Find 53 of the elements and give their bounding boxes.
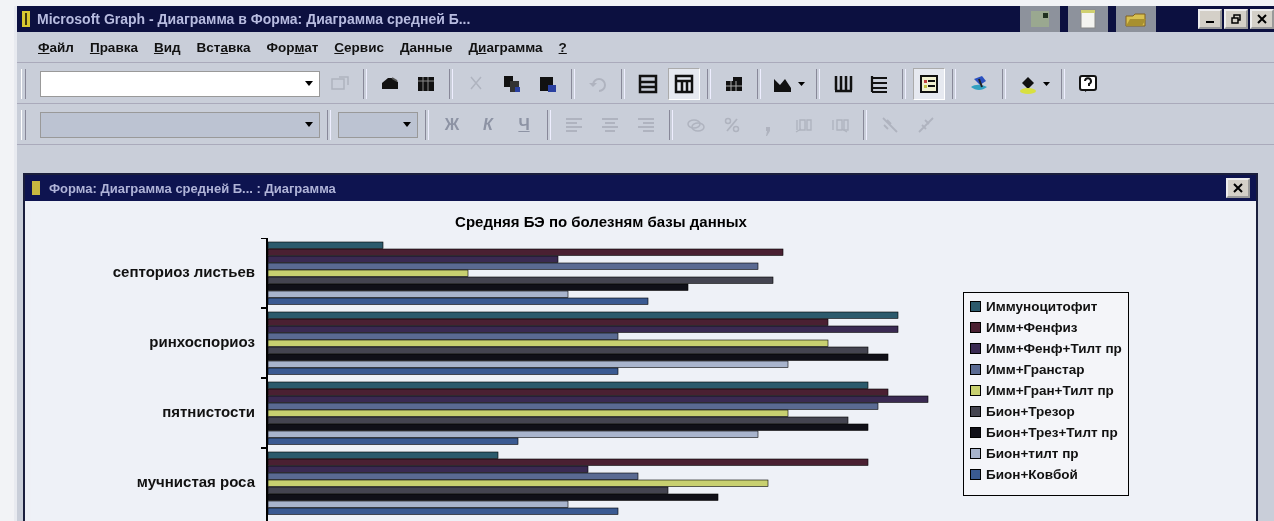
category-label: ринхоспориоз bbox=[149, 332, 255, 350]
menu-item[interactable]: Правка bbox=[82, 37, 145, 57]
help-icon bbox=[1077, 73, 1099, 95]
legend-icon bbox=[918, 73, 940, 95]
close-button[interactable] bbox=[1226, 178, 1250, 198]
menu-item[interactable]: Данные bbox=[392, 37, 460, 57]
rows-icon bbox=[637, 73, 659, 95]
menu-item[interactable]: Вид bbox=[146, 37, 188, 57]
menu-item[interactable]: Формат bbox=[259, 37, 326, 57]
toolbar-button[interactable] bbox=[913, 68, 945, 100]
menu-item[interactable]: ? bbox=[551, 37, 574, 57]
close-icon bbox=[1233, 183, 1243, 193]
taskbar-button[interactable] bbox=[1068, 6, 1108, 32]
app-icon bbox=[21, 10, 31, 28]
category-label: мучнистая роса bbox=[136, 472, 255, 490]
restore-button[interactable] bbox=[1224, 9, 1248, 29]
horizontal-lines-icon bbox=[868, 73, 890, 95]
menu-item[interactable]: Диаграмма bbox=[461, 37, 550, 57]
caret-icon bbox=[305, 81, 313, 87]
legend-label: Бион+Трезор bbox=[986, 404, 1075, 419]
legend-label: Имм+Гран+Тилт пр bbox=[986, 383, 1114, 398]
chart-title: Средняя БЭ по болезням базы данных bbox=[454, 213, 748, 230]
columns-icon bbox=[673, 73, 695, 95]
taskbar-button[interactable] bbox=[1020, 6, 1060, 32]
legend-label: Имм+Фенфиз bbox=[986, 320, 1078, 335]
category-label: пятнистости bbox=[162, 402, 255, 420]
document-icon bbox=[31, 180, 41, 196]
legend-label: Бион+Трез+Тилт пр bbox=[986, 425, 1118, 440]
caret-icon bbox=[305, 122, 313, 128]
screen-icon bbox=[1029, 9, 1051, 29]
caret-icon bbox=[403, 122, 411, 128]
legend-label: Бион+тилт пр bbox=[986, 446, 1079, 461]
menu-item[interactable]: Файл bbox=[31, 37, 81, 57]
vertical-lines-icon bbox=[832, 73, 854, 95]
menu-item[interactable]: Вставка bbox=[189, 37, 258, 57]
legend-label: Иммуноцитофит bbox=[986, 299, 1098, 314]
close-button[interactable] bbox=[1250, 9, 1274, 29]
legend-label: Имм+Фенф+Тилт пр bbox=[986, 341, 1122, 356]
menu-item[interactable]: Сервис bbox=[327, 37, 391, 57]
legend-label: Имм+Гранстар bbox=[986, 362, 1085, 377]
copy-icon bbox=[501, 73, 523, 95]
comma-icon bbox=[765, 126, 771, 136]
legend-label: Бион+Ковбой bbox=[986, 467, 1078, 482]
toolbar-button[interactable] bbox=[668, 68, 700, 100]
window-title: Форма: Диаграмма средней Б... : Диаграмма bbox=[49, 180, 336, 196]
chart-objects-field[interactable] bbox=[40, 71, 320, 97]
minimize-button[interactable] bbox=[1198, 9, 1222, 29]
restore-icon bbox=[1231, 14, 1241, 24]
category-label: септориоз листьев bbox=[112, 262, 255, 280]
window-title: Microsoft Graph - Диаграмма в Форма: Диаграмма средней Б... bbox=[37, 11, 471, 27]
minimize-icon bbox=[1206, 21, 1214, 23]
document-icon bbox=[1077, 9, 1099, 29]
close-icon bbox=[1257, 14, 1267, 24]
